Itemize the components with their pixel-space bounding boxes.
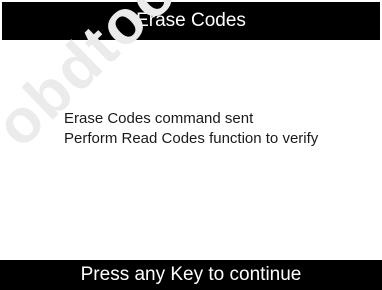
message-line-2: Perform Read Codes function to verify (64, 130, 319, 147)
title-bar: Erase Codes (0, 0, 382, 40)
message-area: obdtool Erase Codes command sent Perform… (0, 0, 382, 260)
screen-title: Erase Codes (136, 10, 246, 31)
status-message: Erase Codes command sent Perform Read Co… (64, 109, 318, 149)
message-line-1: Erase Codes command sent (64, 110, 254, 127)
footer-bar[interactable]: Press any Key to continue (0, 260, 382, 290)
scan-tool-screen: Erase Codes obdtool Erase Codes command … (0, 0, 382, 290)
continue-prompt: Press any Key to continue (80, 264, 302, 285)
